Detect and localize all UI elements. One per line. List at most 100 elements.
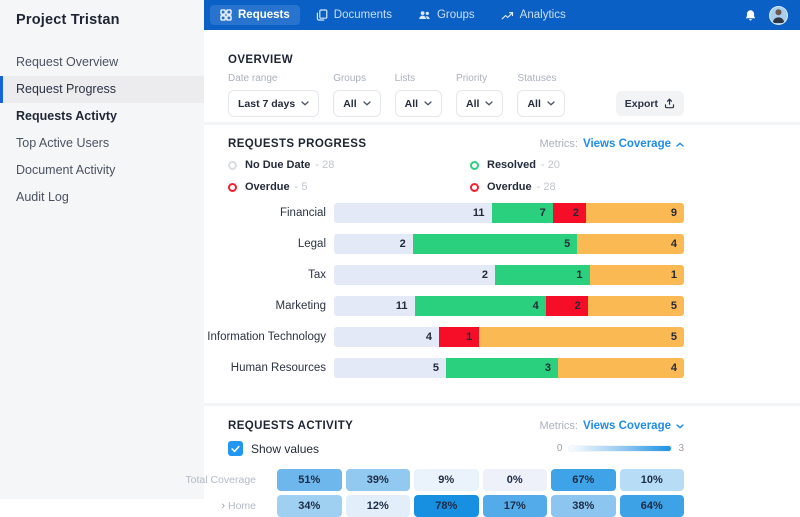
tab-label: Documents: [334, 9, 392, 21]
bar-category-label: Legal: [204, 238, 326, 250]
metrics-dropdown-activity[interactable]: Metrics: Views Coverage: [539, 420, 684, 432]
sidebar-item-request-progress[interactable]: Request Progress: [0, 76, 204, 103]
bar-segment-no-due-date[interactable]: 5: [334, 358, 446, 378]
heatmap-cell[interactable]: 51%: [277, 469, 342, 491]
requests-activity-section: REQUESTS ACTIVITY Metrics: Views Coverag…: [204, 406, 800, 517]
bar-segment-value: 2: [575, 300, 581, 312]
filter-groups: GroupsAll: [333, 73, 380, 117]
bar-segment-resolved[interactable]: 5: [413, 234, 578, 254]
heatmap-cell[interactable]: 64%: [620, 495, 685, 517]
bar-segment-resolved[interactable]: 4: [415, 296, 546, 316]
nav-right: [744, 6, 788, 25]
heatmap-cell[interactable]: 12%: [346, 495, 411, 517]
bar-row-human-resources: Human Resources534: [204, 358, 684, 378]
metrics-value: Views Coverage: [583, 420, 671, 432]
overview-section: OVERVIEW Date rangeLast 7 days GroupsAll L…: [204, 30, 800, 122]
heatmap-cell[interactable]: 34%: [277, 495, 342, 517]
bar-segment-resolved[interactable]: 3: [446, 358, 558, 378]
sidebar-item-document-activity[interactable]: Document Activity: [0, 157, 204, 184]
heatmap-cell[interactable]: 78%: [414, 495, 479, 517]
bar-segment-value: 2: [482, 269, 488, 281]
metrics-label: Metrics:: [539, 138, 578, 150]
bar-category-label: Financial: [204, 207, 326, 219]
tab-requests[interactable]: Requests: [210, 5, 300, 25]
metrics-dropdown-progress[interactable]: Metrics: Views Coverage: [539, 138, 684, 150]
main-content: OVERVIEW Date rangeLast 7 days GroupsAll L…: [204, 30, 800, 499]
heatmap-cell[interactable]: 10%: [620, 469, 685, 491]
bar-segment-pending[interactable]: 5: [479, 327, 684, 347]
bar-category-label: Marketing: [204, 300, 326, 312]
heatmap-row-label: Total Coverage: [204, 469, 273, 491]
filter-lists-select[interactable]: All: [395, 90, 442, 117]
activity-controls: Show values 0 3: [228, 441, 684, 456]
heatmap-cell[interactable]: 17%: [483, 495, 548, 517]
sidebar-item-requests-activty[interactable]: Requests Activty: [0, 103, 204, 130]
bar-segment-value: 3: [545, 362, 551, 374]
filter-value: All: [343, 98, 356, 110]
bar-segment-overdue[interactable]: 2: [546, 296, 588, 316]
bar-segment-pending[interactable]: 5: [588, 296, 684, 316]
checkbox-checked-icon[interactable]: [228, 441, 243, 456]
bar-segment-overdue[interactable]: 1: [439, 327, 479, 347]
heatmap-row-label-text: Home: [228, 500, 256, 512]
bar-segment-no-due-date[interactable]: 2: [334, 265, 495, 285]
heatmap-cell[interactable]: 38%: [551, 495, 616, 517]
bar-segment-value: 5: [433, 362, 439, 374]
heatmap-cell[interactable]: 9%: [414, 469, 479, 491]
filter-statuses-select[interactable]: All: [517, 90, 564, 117]
filter-row: Date rangeLast 7 daysGroupsAllListsAllPr…: [228, 73, 684, 117]
bar-segment-overdue[interactable]: 2: [553, 203, 586, 223]
legend-label: Resolved: [487, 159, 536, 171]
bar-segment-no-due-date[interactable]: 11: [334, 296, 415, 316]
avatar[interactable]: [769, 6, 788, 25]
heatmap-cell[interactable]: 0%: [483, 469, 548, 491]
tab-documents[interactable]: Documents: [306, 5, 402, 25]
bar-segment-no-due-date[interactable]: 11: [334, 203, 492, 223]
bar-segment-pending[interactable]: 1: [590, 265, 685, 285]
show-values-checkbox[interactable]: Show values: [228, 441, 319, 456]
chevron-right-icon[interactable]: ›: [221, 501, 225, 512]
bar-segment-value: 7: [540, 207, 546, 219]
sidebar-item-request-overview[interactable]: Request Overview: [0, 49, 204, 76]
bell-icon[interactable]: [744, 9, 757, 22]
sidebar-item-top-active-users[interactable]: Top Active Users: [0, 130, 204, 157]
bar-segment-pending[interactable]: 9: [586, 203, 684, 223]
legend-item-overdue: Overdue- 5: [228, 180, 470, 194]
chevron-down-icon: [547, 101, 555, 106]
filter-value: All: [466, 98, 479, 110]
filter-groups-select[interactable]: All: [333, 90, 380, 117]
chevron-down-icon: [676, 424, 684, 429]
legend-label: No Due Date: [245, 159, 310, 171]
bar-segment-value: 4: [533, 300, 539, 312]
legend-label: Overdue: [245, 181, 290, 193]
bar-segment-resolved[interactable]: 1: [495, 265, 590, 285]
sidebar-item-audit-log[interactable]: Audit Log: [0, 184, 204, 211]
tab-groups[interactable]: Groups: [408, 5, 485, 25]
filter-date-range-select[interactable]: Last 7 days: [228, 90, 319, 117]
bar-category-label: Tax: [204, 269, 326, 281]
filters: Date rangeLast 7 daysGroupsAllListsAllPr…: [228, 73, 616, 117]
bar-segment-pending[interactable]: 4: [577, 234, 684, 254]
overview-title: OVERVIEW: [228, 54, 684, 66]
filter-value: All: [527, 98, 540, 110]
bar-segment-no-due-date[interactable]: 2: [334, 234, 413, 254]
filter-priority-select[interactable]: All: [456, 90, 503, 117]
bar-track: 415: [334, 327, 684, 347]
legend-item-overdue: Overdue- 28: [470, 180, 684, 194]
bar-segment-value: 11: [396, 300, 408, 312]
legend-value: - 20: [541, 159, 560, 171]
bar-row-tax: Tax211: [204, 265, 684, 285]
filter-value: All: [405, 98, 418, 110]
bar-segment-resolved[interactable]: 7: [492, 203, 553, 223]
heatmap-cell[interactable]: 39%: [346, 469, 411, 491]
legend-ring-icon: [470, 183, 479, 192]
bar-row-marketing: Marketing 11 4 25: [204, 296, 684, 316]
export-button[interactable]: Export: [616, 91, 684, 116]
tab-analytics[interactable]: Analytics: [491, 5, 576, 25]
bar-segment-no-due-date[interactable]: 4: [334, 327, 439, 347]
bar-track: 254: [334, 234, 684, 254]
filter-date-range: Date rangeLast 7 days: [228, 73, 319, 117]
heatmap-cell[interactable]: 67%: [551, 469, 616, 491]
requests-activity-title: REQUESTS ACTIVITY: [228, 420, 353, 432]
bar-segment-pending[interactable]: 4: [558, 358, 684, 378]
